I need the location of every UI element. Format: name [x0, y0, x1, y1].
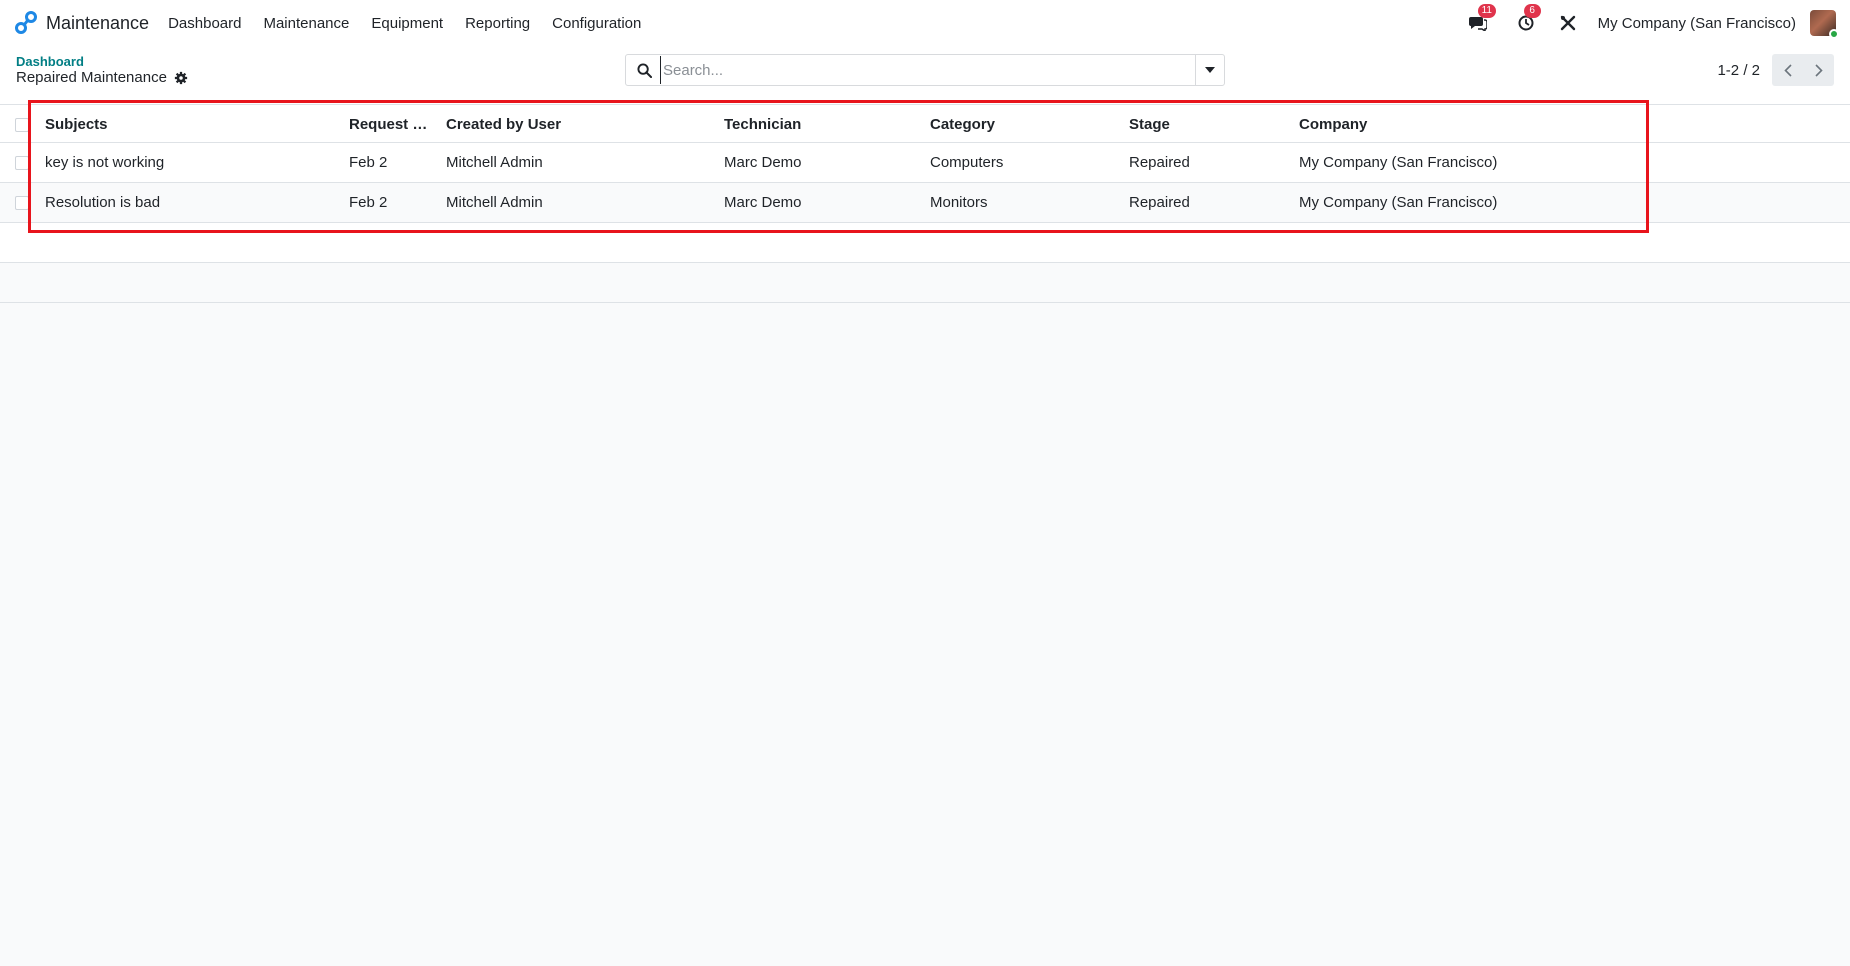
cell-created-by: Mitchell Admin [446, 154, 543, 171]
table-row[interactable]: Resolution is bad Feb 2 Mitchell Admin M… [0, 183, 1850, 223]
app-brand[interactable]: Maintenance [14, 11, 149, 35]
cell-request-date: Feb 2 [349, 154, 388, 171]
app-name: Maintenance [46, 12, 150, 33]
control-panel: Dashboard Repaired Maintenance 1-2 / 2 [0, 46, 1850, 104]
menu-item-dashboard[interactable]: Dashboard [157, 15, 252, 32]
pager-previous-button[interactable] [1772, 54, 1803, 86]
gear-icon[interactable] [174, 71, 188, 85]
cell-stage: Repaired [1129, 154, 1190, 171]
search-icon [637, 62, 652, 78]
select-all-checkbox[interactable] [15, 118, 29, 132]
cell-created-by: Mitchell Admin [446, 194, 543, 211]
empty-row [0, 223, 1850, 263]
maintenance-app-icon [15, 11, 37, 34]
breadcrumb-dashboard[interactable]: Dashboard [16, 54, 84, 69]
search-bar [625, 54, 1225, 86]
top-navbar: Maintenance Dashboard Maintenance Equipm… [0, 0, 1850, 46]
cell-category: Monitors [930, 194, 988, 211]
cell-request-date: Feb 2 [349, 194, 388, 211]
menu-item-maintenance[interactable]: Maintenance [252, 15, 360, 32]
menu-item-reporting[interactable]: Reporting [454, 15, 541, 32]
search-options-toggle[interactable] [1195, 55, 1224, 85]
breadcrumb-current: Repaired Maintenance [16, 69, 188, 86]
cell-technician: Marc Demo [724, 154, 802, 171]
tools-icon [1560, 15, 1575, 31]
search-input[interactable] [660, 56, 1190, 84]
menu-item-configuration[interactable]: Configuration [541, 15, 652, 32]
online-status-dot [1829, 29, 1839, 39]
column-header-created-by[interactable]: Created by User [446, 105, 716, 144]
cell-subject: key is not working [45, 154, 165, 171]
column-header-request-date[interactable]: Request D... [349, 105, 433, 144]
column-header-stage[interactable]: Stage [1129, 105, 1289, 144]
chevron-left-icon [1783, 63, 1792, 77]
systray: 11 6 My Company (San Francisco) [1466, 0, 1850, 46]
list-view: Subjects Request D... Created by User Te… [0, 104, 1850, 303]
debug-tools-button[interactable] [1556, 11, 1580, 35]
empty-row [0, 263, 1850, 303]
activities-badge: 6 [1523, 4, 1541, 18]
cell-company: My Company (San Francisco) [1299, 154, 1498, 171]
pager-value[interactable]: 1-2 / 2 [1717, 62, 1760, 79]
caret-down-icon [1205, 67, 1215, 73]
menu-item-equipment[interactable]: Equipment [360, 15, 454, 32]
cell-company: My Company (San Francisco) [1299, 194, 1498, 211]
messages-badge: 11 [1477, 4, 1496, 18]
main-menu: Dashboard Maintenance Equipment Reportin… [157, 15, 652, 32]
activities-button[interactable]: 6 [1514, 4, 1541, 35]
cell-stage: Repaired [1129, 194, 1190, 211]
column-header-category[interactable]: Category [930, 105, 1120, 144]
page-title: Repaired Maintenance [16, 69, 167, 86]
chevron-right-icon [1814, 63, 1823, 77]
pager-next-button[interactable] [1803, 54, 1834, 86]
cell-subject: Resolution is bad [45, 194, 161, 211]
row-checkbox[interactable] [15, 156, 29, 170]
cell-technician: Marc Demo [724, 194, 802, 211]
table-header: Subjects Request D... Created by User Te… [0, 104, 1850, 143]
messages-button[interactable]: 11 [1466, 4, 1496, 35]
table-row[interactable]: key is not working Feb 2 Mitchell Admin … [0, 143, 1850, 183]
company-switcher[interactable]: My Company (San Francisco) [1598, 15, 1796, 32]
user-avatar[interactable] [1810, 10, 1839, 39]
row-checkbox[interactable] [15, 196, 29, 210]
column-header-technician[interactable]: Technician [724, 105, 924, 144]
cell-category: Computers [930, 154, 1004, 171]
column-header-company[interactable]: Company [1299, 105, 1599, 144]
column-header-subjects[interactable]: Subjects [45, 105, 345, 144]
